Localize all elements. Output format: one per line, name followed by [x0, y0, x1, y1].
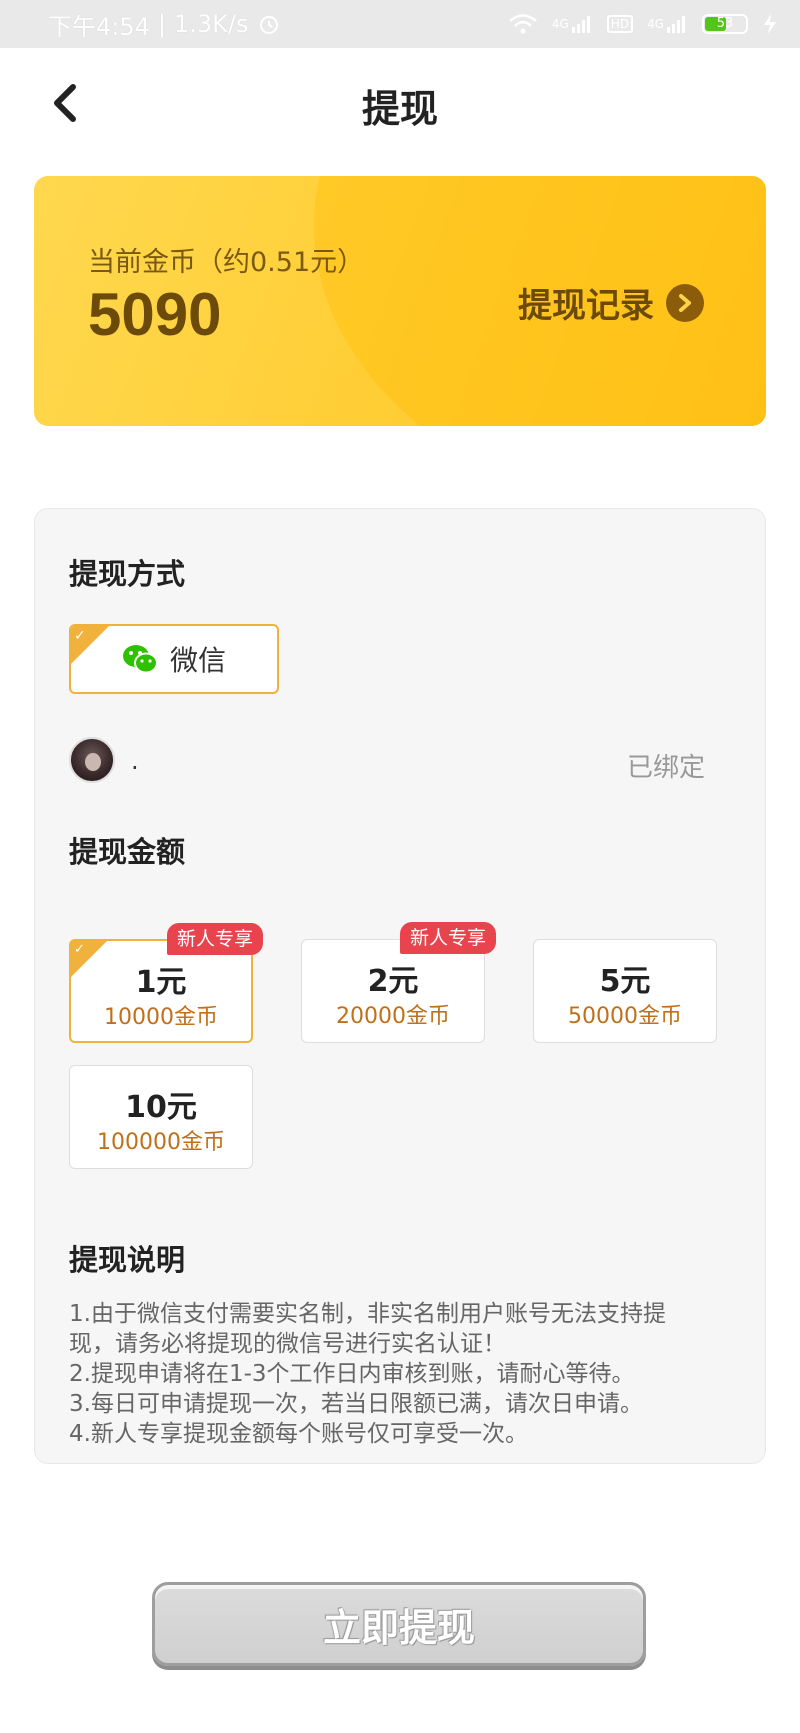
- charging-icon: [762, 13, 778, 35]
- account-bound-status: 已绑定: [626, 753, 705, 783]
- wifi-icon: [508, 13, 538, 35]
- battery-icon: 53: [702, 14, 748, 34]
- amount-coins: 20000金币: [336, 1004, 450, 1029]
- amount-yuan: 5元: [599, 964, 651, 999]
- withdraw-now-button[interactable]: 立即提现: [152, 1582, 646, 1666]
- signal-icon-2: 4G: [647, 14, 688, 34]
- status-divider: |: [157, 10, 166, 38]
- wechat-method-label: 微信: [169, 644, 226, 677]
- account-name: .: [131, 747, 139, 775]
- bound-account-row: . 已绑定: [69, 737, 733, 787]
- amount-option-10[interactable]: 10元 100000金币: [69, 1065, 253, 1169]
- withdraw-notes: 1.由于微信支付需要实名制，非实名制用户账号无法支持提 现，请务必将提现的微信号…: [69, 1299, 739, 1449]
- wechat-method-option[interactable]: ✓ 微信: [69, 624, 279, 694]
- status-speed: 1.3K/s: [174, 10, 249, 38]
- amount-option-1[interactable]: ✓ 新人专享 1元 10000金币: [69, 923, 263, 1043]
- avatar: [69, 737, 115, 783]
- net-type-1: 4G: [551, 17, 569, 31]
- wechat-icon: [122, 645, 158, 674]
- withdraw-panel: 提现方式 ✓ 微信 . 已绑定 提现金额 ✓ 新人专享 1元 10000金币 新…: [34, 508, 766, 1464]
- new-user-tag: 新人专享: [399, 922, 496, 954]
- note-line: 4.新人专享提现金额每个账号仅可享受一次。: [69, 1421, 528, 1447]
- new-user-tag: 新人专享: [166, 923, 263, 955]
- battery-level: 53: [716, 16, 734, 31]
- status-bar: 下午4:54 | 1.3K/s 4G HD 4G 53: [0, 0, 800, 48]
- coin-balance-label: 当前金币（约0.51元）: [88, 247, 365, 278]
- notes-title: 提现说明: [69, 1243, 186, 1277]
- amount-coins: 100000金币: [97, 1130, 225, 1155]
- amount-coins: 10000金币: [104, 1005, 218, 1030]
- amount-yuan: 1元: [135, 965, 187, 1000]
- avatar-face: [85, 753, 101, 771]
- coin-balance-amount: 5090: [88, 281, 222, 348]
- withdraw-now-label: 立即提现: [322, 1605, 475, 1650]
- note-line: 1.由于微信支付需要实名制，非实名制用户账号无法支持提: [69, 1301, 666, 1327]
- note-line: 现，请务必将提现的微信号进行实名认证！: [69, 1331, 506, 1357]
- amount-yuan: 10元: [125, 1090, 197, 1125]
- amount-option-5[interactable]: 5元 50000金币: [533, 939, 717, 1043]
- amount-title: 提现金额: [69, 835, 186, 869]
- signal-icon-1: 4G: [552, 14, 593, 34]
- amount-yuan: 2元: [367, 964, 419, 999]
- page-title: 提现: [361, 87, 438, 131]
- withdraw-record-link[interactable]: 提现记录: [518, 278, 704, 327]
- status-right: 4G HD 4G 53: [508, 13, 778, 35]
- hd-label: HD: [610, 17, 630, 31]
- note-line: 3.每日可申请提现一次，若当日限额已满，请次日申请。: [69, 1391, 643, 1417]
- note-line: 2.提现申请将在1-3个工作日内审核到账，请耐心等待。: [69, 1361, 635, 1387]
- status-left: 下午4:54 | 1.3K/s: [48, 7, 281, 42]
- chevron-right-icon: [666, 283, 704, 322]
- alarm-icon: [257, 12, 281, 36]
- status-time: 下午4:54: [48, 12, 150, 41]
- amount-coins: 50000金币: [568, 1004, 682, 1029]
- coin-balance-card: 当前金币（约0.51元） 5090 提现记录: [34, 176, 766, 426]
- net-type-2: 4G: [647, 17, 664, 31]
- withdraw-record-label: 提现记录: [518, 286, 654, 326]
- method-title: 提现方式: [69, 557, 186, 591]
- app-header: 提现: [0, 48, 800, 160]
- amount-option-2[interactable]: 新人专享 2元 20000金币: [301, 922, 496, 1043]
- selected-check-icon: ✓: [71, 626, 109, 664]
- hd-icon: HD: [606, 15, 634, 33]
